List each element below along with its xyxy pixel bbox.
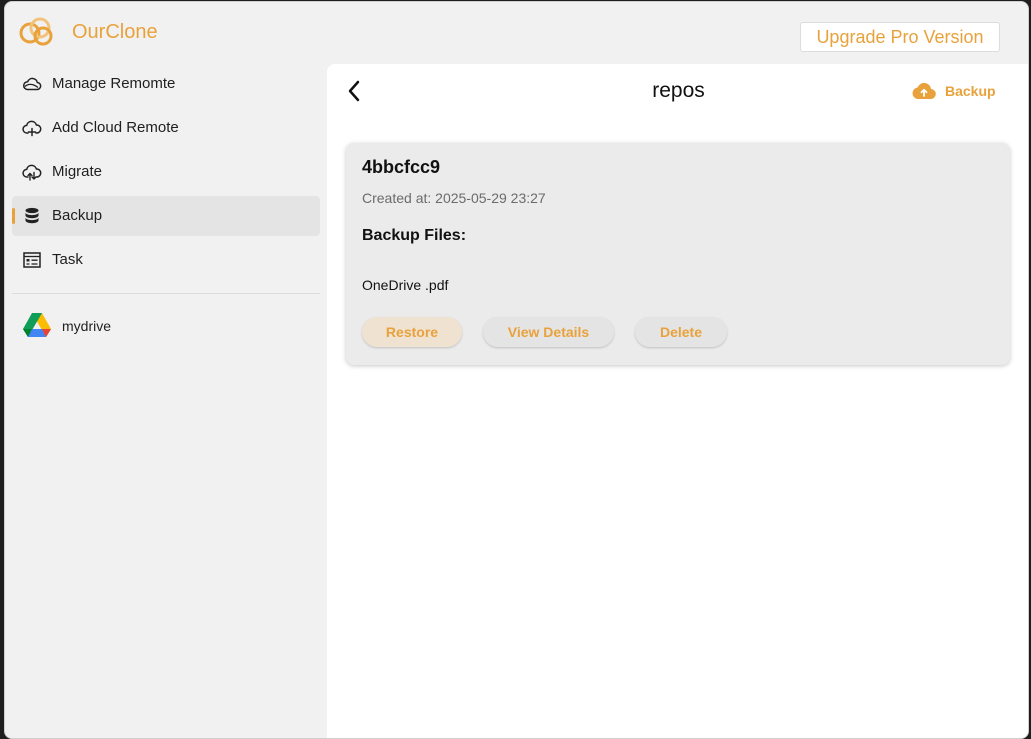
backup-id: 4bbcfcc9 (362, 157, 441, 177)
sidebar-remote-mydrive[interactable]: mydrive (12, 305, 320, 345)
remote-label: mydrive (62, 318, 112, 334)
task-list-icon (23, 252, 41, 268)
backup-file-item: OneDrive .pdf (362, 277, 449, 293)
backup-files-heading: Backup Files: (362, 227, 467, 244)
backup-created-at: Created at: 2025-05-29 23:27 (362, 190, 546, 206)
cloud-upload-icon (912, 82, 936, 100)
backup-button-label: Backup (945, 83, 996, 99)
app-header: OurClone Upgrade Pro Version (5, 2, 1028, 64)
backup-card: 4bbcfcc9 Created at: 2025-05-29 23:27 Ba… (346, 143, 1010, 365)
sidebar-item-migrate[interactable]: Migrate (12, 152, 320, 192)
main-content: repos Backup 4bbcfcc9 Created at: 2025-0… (327, 64, 1028, 738)
sidebar-item-label: Task (52, 251, 83, 268)
restore-button[interactable]: Restore (362, 317, 462, 347)
sidebar-item-label: Backup (52, 207, 103, 224)
sidebar-item-label: Add Cloud Remote (52, 119, 179, 136)
delete-button[interactable]: Delete (635, 317, 727, 347)
google-drive-icon (23, 313, 51, 337)
sidebar-divider (12, 293, 320, 294)
ourclone-logo-icon (19, 17, 53, 46)
sidebar: Manage Remomte Add Cloud Remote Migrate (5, 64, 327, 738)
sidebar-item-task[interactable]: Task (12, 240, 320, 280)
app-title: OurClone (72, 21, 158, 43)
sidebar-item-label: Migrate (52, 163, 103, 180)
sidebar-item-label: Manage Remomte (52, 75, 176, 92)
active-indicator (12, 208, 15, 224)
backup-button[interactable]: Backup (911, 80, 996, 102)
cloud-sync-icon (22, 164, 42, 181)
sidebar-item-manage-remote[interactable]: Manage Remomte (12, 64, 320, 104)
cloud-icon (22, 77, 42, 91)
sidebar-item-add-cloud-remote[interactable]: Add Cloud Remote (12, 108, 320, 148)
database-icon (25, 207, 39, 224)
upgrade-pro-button[interactable]: Upgrade Pro Version (800, 22, 1000, 52)
cloud-plus-icon (22, 120, 42, 137)
app-window: OurClone Upgrade Pro Version Manage Remo… (4, 1, 1029, 739)
view-details-button[interactable]: View Details (483, 317, 614, 347)
sidebar-item-backup[interactable]: Backup (12, 196, 320, 236)
